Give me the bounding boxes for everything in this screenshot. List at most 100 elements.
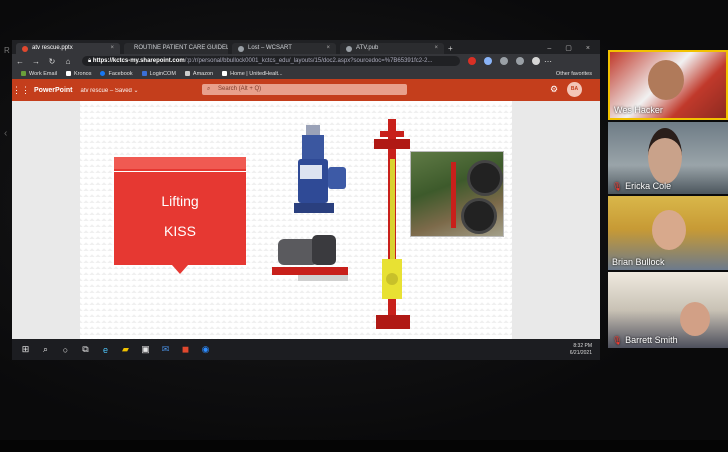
participant-tile[interactable]: Wes Hacker [608,50,728,120]
facebook-icon [100,71,106,76]
participant-video [648,128,682,184]
refresh-icon[interactable]: ↻ [44,57,60,66]
bookmark-label: Work Email [29,70,58,77]
browser-tab[interactable]: Lost – WCSART × [232,43,336,54]
document-name[interactable]: atv rescue – Saved ⌄ [81,87,139,94]
bookmark-icon [66,71,72,76]
app-launcher-icon[interactable]: ⋮⋮ [12,85,30,96]
participant-name-tag: Brian Bullock [612,257,665,267]
browser-tab[interactable]: ROUTINE PATIENT CARE GUIDEL × [124,43,228,54]
slide-stage: Lifting KISS [12,101,600,339]
other-favorites-label: Other favorites [555,70,592,77]
mail-icon[interactable]: ✉ [159,343,172,356]
extension-icon[interactable] [484,57,492,65]
participant-name-tag: Wes Hacker [614,105,663,115]
store-icon[interactable]: ▣ [139,343,152,356]
favorites-star-icon[interactable] [500,57,508,65]
bookmark-icon [141,71,147,76]
close-icon[interactable]: × [326,43,330,54]
participant-name: Barrett Smith [625,335,678,345]
bookmark-amazon[interactable]: Amazon [184,70,214,77]
extension-icon[interactable] [468,57,476,65]
atv-wheel [461,198,497,234]
tab-label: atv rescue.pptx [32,45,73,51]
participant-tile[interactable]: 🎙︎ Ericka Cole [608,122,728,194]
callout-stripe [114,157,246,169]
tab-favicon-icon [22,45,28,52]
participant-tile[interactable]: 🎙︎ Barrett Smith [608,272,728,348]
close-icon[interactable]: × [434,43,438,54]
file-explorer-icon[interactable]: ▰ [119,343,132,356]
collections-icon[interactable] [516,57,524,65]
powerpoint-header: ⋮⋮ PowerPoint atv rescue – Saved ⌄ ⌕ Sea… [12,79,600,101]
other-favorites[interactable]: Other favorites [553,71,592,77]
url-field[interactable]: 🔒︎ https://kctcs-my.sharepoint.com/:p:/r… [82,56,460,66]
mic-muted-icon: 🎙︎ [612,181,623,191]
participant-video [648,60,684,100]
bookmark-icon [21,71,26,76]
edge-icon[interactable]: e [99,343,112,356]
bookmarks-bar: Work Email Kronos Facebook LoginCOM Amaz… [12,68,600,79]
participant-name: Brian Bullock [612,257,665,267]
participant-tile[interactable]: Brian Bullock [608,196,728,270]
callout-divider [114,171,246,172]
close-window-button[interactable]: × [586,43,590,54]
windows-start-icon[interactable]: ⊞ [19,343,32,356]
close-icon[interactable]: × [110,43,114,54]
callout-box: Lifting KISS [114,157,246,274]
maximize-button[interactable]: ▢ [565,43,572,54]
search-input[interactable]: ⌕ Search (Alt + Q) [202,84,407,95]
arrow-right-icon[interactable]: → [28,57,44,66]
tab-label: ATV.pub [356,45,379,51]
more-menu-icon[interactable]: ⋯ [540,57,556,66]
office-icon[interactable]: ◼ [179,343,192,356]
atv-photo [410,151,504,237]
tab-label: Lost – WCSART [248,45,292,51]
winch-image [272,235,348,281]
participant-name: Wes Hacker [614,105,663,115]
browser-tab[interactable]: atv rescue.pptx × [16,43,120,54]
bookmark-label: Amazon [192,70,214,77]
search-icon: ⌕ [207,86,211,92]
browser-tab[interactable]: ATV.pub × [340,43,444,54]
home-icon[interactable]: ⌂ [60,57,76,66]
app-name[interactable]: PowerPoint [34,87,73,94]
participant-video [680,302,710,336]
bookmark-label: LoginCOM [149,70,176,77]
bookmark-label: Home | UnitedHealt... [230,70,283,77]
bookmark-unitedhealth[interactable]: Home | UnitedHealt... [222,70,283,77]
slide-text-line2: KISS [164,223,196,239]
zoom-icon[interactable]: ◉ [199,343,212,356]
bookmark-label: Kronos [74,70,92,77]
monitor-background: R ‹ atv rescue.pptx × ROUTINE PATIENT CA… [0,0,728,452]
shared-screen: atv rescue.pptx × ROUTINE PATIENT CARE G… [12,40,600,360]
jack-in-photo [451,162,456,228]
bookmark-kronos[interactable]: Kronos [66,71,91,77]
cortana-icon[interactable]: ○ [59,343,72,356]
clock-time: 8:32 PM [573,342,592,349]
tab-favicon-icon [238,45,244,52]
atv-wheel [467,160,503,196]
clock-date: 6/21/2021 [569,349,592,356]
chevron-left-icon: ‹ [4,128,8,139]
desk-edge [0,440,728,452]
minimize-button[interactable]: – [547,43,551,54]
avatar[interactable]: BA [567,82,582,97]
bookmark-facebook[interactable]: Facebook [100,71,133,77]
arrow-left-icon[interactable]: ← [12,57,28,66]
bookmark-logincom[interactable]: LoginCOM [141,70,176,77]
search-icon[interactable]: ⌕ [39,343,52,356]
new-tab-button[interactable]: + [448,43,453,54]
url-path: /:p:/r/personal/bbullock0001_kctcs_edu/_… [184,58,433,64]
task-view-icon[interactable]: ⧉ [79,343,92,356]
profile-icon[interactable] [532,57,540,65]
chevron-left-icon: R [4,46,10,55]
gear-icon[interactable]: ⚙ [550,84,558,95]
taskbar-clock[interactable]: 8:32 PM 6/21/2021 [570,343,592,357]
mic-muted-icon: 🎙︎ [612,335,623,345]
bottle-jack-image [294,125,346,213]
url-host: https://kctcs-my.sharepoint.com [92,58,185,64]
windows-taskbar: ⊞ ⌕ ○ ⧉ e ▰ ▣ ✉ ◼ ◉ 8:32 PM 6/21/2021 [12,339,600,360]
window-controls: – ▢ × [547,43,600,54]
bookmark-work-email[interactable]: Work Email [21,71,57,77]
